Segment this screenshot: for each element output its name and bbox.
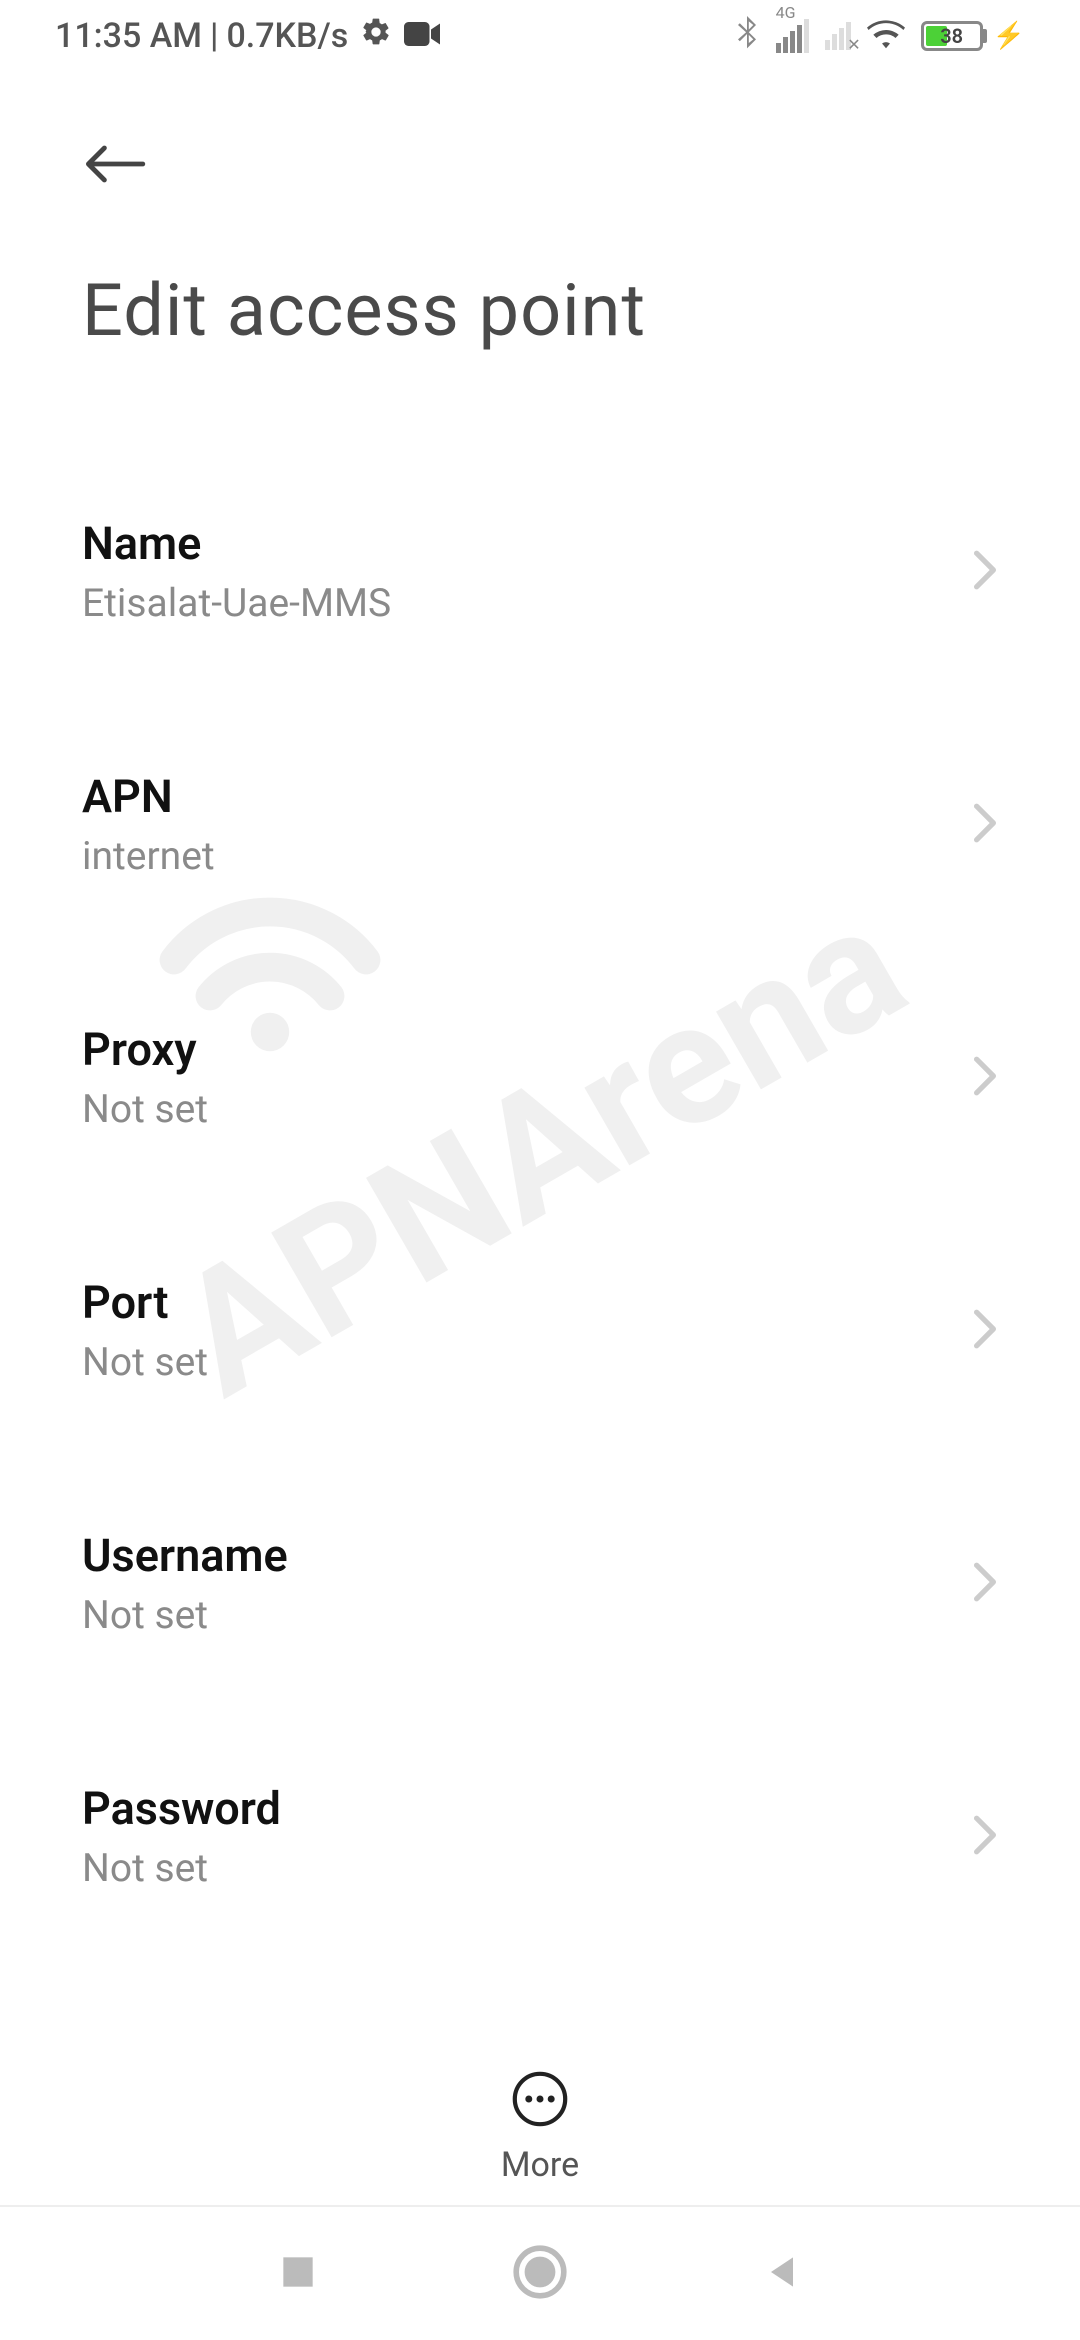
row-username[interactable]: Username Not set — [82, 1485, 998, 1682]
more-icon — [512, 2071, 568, 2131]
more-label: More — [501, 2145, 579, 2185]
row-label: Proxy — [82, 1023, 208, 1076]
row-apn[interactable]: APN internet — [82, 726, 998, 923]
gear-icon — [360, 16, 392, 57]
chevron-right-icon — [972, 802, 998, 848]
row-label: Username — [82, 1529, 288, 1582]
row-label: Port — [82, 1276, 208, 1329]
row-value: Etisalat-Uae-MMS — [82, 580, 391, 626]
status-bar: 11:35 AM | 0.7KB/s 4G ✕ — [0, 0, 1080, 72]
row-value: Not set — [82, 1086, 208, 1132]
row-value: Not set — [82, 1339, 208, 1385]
row-password[interactable]: Password Not set — [82, 1738, 998, 1935]
camera-icon — [404, 16, 440, 56]
status-divider: | — [210, 16, 218, 56]
chevron-right-icon — [972, 1055, 998, 1101]
navigation-bar — [0, 2205, 1080, 2340]
signal-4g-icon: 4G — [776, 19, 809, 53]
chevron-right-icon — [972, 549, 998, 595]
row-value: Not set — [82, 1592, 288, 1638]
battery-icon: 38 ⚡ — [921, 21, 1025, 51]
row-label: APN — [82, 770, 215, 823]
wifi-icon — [867, 19, 905, 53]
row-value: internet — [82, 833, 215, 879]
more-button[interactable]: More — [0, 2041, 1080, 2185]
row-label: Password — [82, 1782, 281, 1835]
row-name[interactable]: Name Etisalat-Uae-MMS — [82, 473, 998, 670]
page-title: Edit access point — [82, 268, 998, 353]
row-proxy[interactable]: Proxy Not set — [82, 979, 998, 1176]
chevron-right-icon — [972, 1561, 998, 1607]
status-throughput: 0.7KB/s — [226, 16, 348, 56]
status-time: 11:35 AM — [55, 16, 202, 56]
chevron-right-icon — [972, 1308, 998, 1354]
nav-recents-button[interactable] — [276, 2250, 320, 2298]
chevron-right-icon — [972, 1814, 998, 1860]
back-button[interactable] — [82, 132, 146, 196]
signal-nosim-icon: ✕ — [825, 22, 851, 50]
row-label: Name — [82, 517, 391, 570]
bluetooth-icon — [734, 16, 760, 56]
nav-back-button[interactable] — [760, 2250, 804, 2298]
row-port[interactable]: Port Not set — [82, 1232, 998, 1429]
nav-home-button[interactable] — [512, 2244, 568, 2304]
row-value: Not set — [82, 1845, 281, 1891]
